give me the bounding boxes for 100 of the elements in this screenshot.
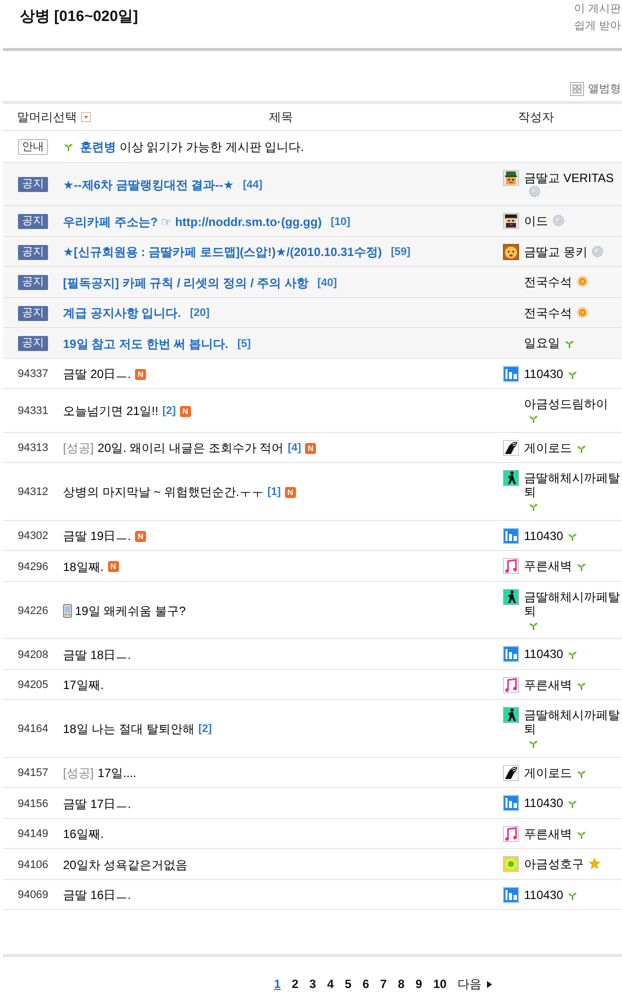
author-name[interactable]: 아금성호구	[524, 857, 584, 871]
post-title-link[interactable]: 18일째.	[63, 560, 104, 574]
album-view-link[interactable]: 앨범형	[570, 76, 621, 101]
new-badge: N	[108, 561, 119, 572]
new-badge: N	[180, 406, 191, 416]
author-name[interactable]: 게이로드	[524, 766, 572, 780]
post-title-link[interactable]: 금딸 18日ㅡ.	[63, 648, 132, 662]
post-title-link[interactable]: 18일 나는 절대 탈퇴안해	[63, 722, 194, 736]
post-title-link[interactable]: 16일째.	[63, 827, 104, 841]
sprout-icon	[64, 143, 73, 151]
notice-title-link[interactable]: 계급 공지사항 입니다.	[63, 306, 182, 320]
author-name[interactable]: 110430	[524, 647, 564, 661]
page-link[interactable]: 6	[362, 977, 370, 991]
sprout-icon	[577, 444, 586, 452]
category-dropdown[interactable]: 말머리선택	[17, 110, 91, 124]
comment-count[interactable]: [40]	[317, 276, 337, 290]
post-title-link[interactable]: 20일. 왜이리 내글은 조회수가 적어	[98, 441, 284, 455]
notice-title-link[interactable]: 19일 참고 저도 한번 써 봅니다.	[63, 336, 228, 350]
sprout-icon	[577, 830, 586, 838]
comment-count[interactable]: [44]	[242, 178, 262, 192]
bars-tile-avatar-icon	[503, 795, 519, 811]
page-link[interactable]: 10	[433, 977, 447, 991]
post-title-link[interactable]: 20일차 성욕같은거없음	[63, 858, 188, 872]
guide-text: 훈련병 이상 읽기가 가능한 게시판 입니다.	[80, 140, 304, 154]
post-title-link[interactable]: 금딸 17日ㅡ.	[63, 796, 132, 810]
sprout-icon	[529, 740, 538, 748]
author-name[interactable]: 금딸해체시까페탈퇴	[524, 708, 621, 736]
dog-face-avatar-icon	[503, 244, 519, 260]
notice-badge: 공지	[18, 214, 48, 229]
page-link[interactable]: 3	[309, 977, 316, 991]
comment-count[interactable]: [20]	[190, 306, 210, 320]
author-name[interactable]: 110430	[524, 528, 564, 542]
post-title-link[interactable]: 금딸 16日ㅡ.	[63, 888, 132, 902]
page-link[interactable]: 9	[416, 977, 422, 991]
author-name[interactable]: 푸른새벽	[524, 826, 572, 840]
author-name[interactable]: 아금성드림하이	[524, 397, 608, 411]
post-number: 94157	[18, 766, 48, 780]
bars-tile-avatar-icon	[503, 646, 519, 662]
comment-count[interactable]: [4]	[288, 441, 302, 455]
page-link[interactable]: 7	[380, 977, 387, 991]
board-title: 상병 [016~020일]	[20, 8, 138, 27]
author-name[interactable]: 전국수석	[524, 275, 572, 289]
dropdown-icon	[81, 112, 91, 122]
gear-icon	[529, 186, 540, 196]
notice-title-link[interactable]: ★[신규회원용 : 금딸카페 로드맵](스압!)★/(2010.10.31수정)	[63, 245, 382, 259]
comment-count[interactable]: [59]	[390, 245, 410, 259]
gear-icon	[592, 246, 604, 256]
author-name[interactable]: 금딸교 VERITAS	[524, 170, 614, 184]
column-header: 제목	[269, 110, 293, 124]
comment-count[interactable]: [1]	[267, 485, 281, 499]
notice-badge: 공지	[18, 336, 48, 351]
comment-count[interactable]: [5]	[237, 336, 251, 350]
notice-title-link[interactable]: [필독공지] 카페 규칙 / 리셋의 정의 / 주의 사항	[63, 276, 308, 290]
page-link[interactable]: 5	[344, 977, 352, 991]
author-name[interactable]: 이드	[524, 214, 548, 228]
author-name[interactable]: 110430	[524, 366, 564, 380]
walking-figure-avatar-icon	[503, 588, 519, 604]
sprout-icon	[565, 340, 574, 348]
walking-figure-avatar-icon	[503, 707, 519, 723]
post-number: 94106	[18, 858, 48, 872]
sun-icon	[577, 306, 588, 318]
notice-title-link[interactable]: 우리카페 주소는? ☞ http://noddr.sm.to·(gg.gg)	[63, 214, 322, 228]
comment-count[interactable]: [2]	[198, 722, 212, 736]
post-title-link[interactable]: 금딸 20日ㅡ.	[63, 367, 132, 381]
post-title-link[interactable]: 금딸 19日ㅡ.	[63, 529, 132, 543]
page-link[interactable]: 8	[398, 977, 404, 991]
author-name[interactable]: 일요일	[524, 336, 560, 350]
author-name[interactable]: 110430	[524, 796, 564, 810]
grid-icon	[570, 82, 584, 96]
post-title-link[interactable]: 17일째.	[63, 678, 104, 692]
author-name[interactable]: 푸른새벽	[524, 559, 572, 573]
sprout-icon	[529, 503, 538, 511]
category-prefix: [성공]	[63, 766, 94, 780]
dot-avatar-icon	[503, 856, 519, 872]
board-info-text: 이 게시판	[574, 2, 621, 17]
post-title-link[interactable]: 17일....	[98, 766, 136, 780]
author-name[interactable]: 전국수석	[524, 306, 572, 320]
next-page-link[interactable]: 다음	[458, 977, 492, 991]
author-name[interactable]: 금딸교 몽키	[524, 244, 588, 258]
post-number: 94313	[18, 441, 48, 455]
post-number: 94069	[18, 888, 48, 902]
page-link[interactable]: 4	[327, 977, 334, 991]
comment-count[interactable]: [2]	[162, 404, 176, 418]
post-title-link[interactable]: 오늘넘기면 21일!!	[63, 404, 158, 418]
notice-badge: 공지	[18, 177, 48, 192]
post-number: 94312	[18, 485, 48, 499]
notice-title-link[interactable]: ★--제6차 금딸랭킹대전 결과--★	[63, 178, 234, 192]
author-name[interactable]: 푸른새벽	[524, 678, 572, 692]
post-number: 94331	[18, 404, 48, 418]
comment-count[interactable]: [10]	[330, 214, 350, 228]
post-title-link[interactable]: 19일 왜케쉬움 불구?	[75, 604, 186, 618]
page-link[interactable]: 1	[274, 977, 281, 991]
post-title-link[interactable]: 상병의 마지막날 ~ 위험했던순간.ㅜㅜ	[63, 485, 264, 499]
author-name[interactable]: 금딸해체시까페탈퇴	[524, 590, 621, 618]
author-name[interactable]: 금딸해체시까페탈퇴	[524, 471, 621, 499]
author-name[interactable]: 110430	[524, 888, 564, 902]
author-name[interactable]: 게이로드	[524, 440, 572, 454]
page-link[interactable]: 2	[292, 977, 298, 991]
sprout-icon	[568, 532, 578, 540]
post-number: 94208	[18, 648, 48, 662]
